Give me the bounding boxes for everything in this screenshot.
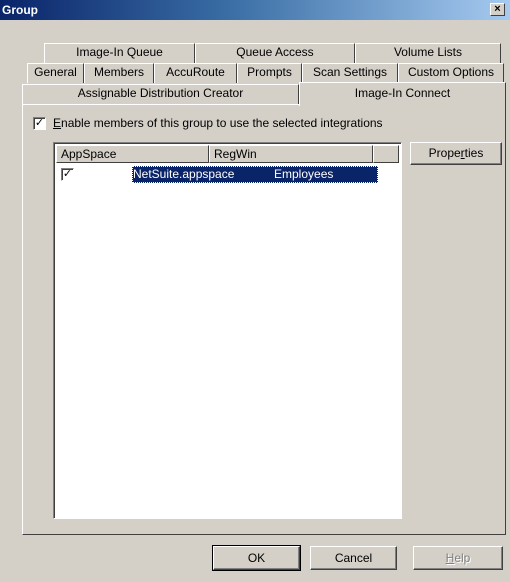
tab-label: Custom Options bbox=[407, 65, 495, 79]
tab-queue-access[interactable]: Queue Access bbox=[195, 43, 355, 63]
check-icon: ✓ bbox=[34, 117, 45, 129]
help-button[interactable]: Help bbox=[413, 546, 503, 570]
tab-label: Members bbox=[93, 65, 144, 79]
close-button[interactable]: × bbox=[490, 3, 505, 16]
tab-prompts[interactable]: Prompts bbox=[237, 63, 302, 83]
tab-label: Queue Access bbox=[236, 45, 314, 59]
tab-label: Prompts bbox=[247, 65, 292, 79]
check-icon: ✓ bbox=[62, 168, 73, 180]
tab-label: Image-In Connect bbox=[354, 86, 451, 100]
focus-rect bbox=[132, 166, 378, 183]
button-label: ties bbox=[464, 146, 484, 160]
tab-image-in-connect[interactable]: Image-In Connect bbox=[299, 82, 506, 106]
panel-edge bbox=[22, 104, 299, 105]
integrations-list[interactable]: AppSpace RegWin ✓ NetSuite.appspace Empl… bbox=[53, 142, 402, 519]
enable-integrations-label[interactable]: Enable members of this group to use the … bbox=[53, 116, 383, 130]
tab-label: AccuRoute bbox=[166, 65, 225, 79]
label-text: nable members of this group to use the s… bbox=[61, 116, 383, 130]
tab-custom-options[interactable]: Custom Options bbox=[398, 63, 504, 83]
tab-assignable-distribution-creator[interactable]: Assignable Distribution Creator bbox=[22, 84, 299, 105]
label-mnemonic: E bbox=[53, 116, 62, 130]
button-label: elp bbox=[454, 551, 471, 565]
column-label: RegWin bbox=[214, 147, 257, 161]
tab-label: Scan Settings bbox=[312, 65, 388, 79]
tab-label: General bbox=[34, 65, 77, 79]
close-icon: × bbox=[494, 3, 501, 15]
tab-label: Assignable Distribution Creator bbox=[77, 86, 244, 100]
tab-scan-settings[interactable]: Scan Settings bbox=[302, 63, 398, 83]
button-label: OK bbox=[247, 551, 266, 565]
window-title: Group bbox=[2, 3, 38, 17]
column-header-regwin[interactable]: RegWin bbox=[209, 145, 373, 163]
column-label: AppSpace bbox=[61, 147, 117, 161]
tab-label: Image-In Queue bbox=[76, 45, 163, 59]
tab-general[interactable]: General bbox=[27, 63, 84, 83]
enable-integrations-checkbox[interactable]: ✓ bbox=[33, 117, 46, 130]
title-bar[interactable] bbox=[0, 0, 510, 20]
row-checkbox[interactable]: ✓ bbox=[61, 168, 74, 181]
column-header-appspace[interactable]: AppSpace bbox=[56, 145, 209, 163]
ok-button[interactable]: OK bbox=[212, 545, 301, 571]
tab-members[interactable]: Members bbox=[84, 63, 154, 83]
tab-volume-lists[interactable]: Volume Lists bbox=[355, 43, 501, 63]
column-header-filler bbox=[373, 145, 399, 163]
tab-accuroute[interactable]: AccuRoute bbox=[154, 63, 237, 83]
button-label: Cancel bbox=[334, 551, 373, 565]
tab-label: Volume Lists bbox=[393, 45, 463, 59]
tab-image-in-queue[interactable]: Image-In Queue bbox=[44, 43, 195, 63]
button-label: Prope bbox=[428, 146, 461, 160]
cancel-button[interactable]: Cancel bbox=[310, 546, 397, 570]
properties-button[interactable]: Properties bbox=[410, 142, 502, 165]
